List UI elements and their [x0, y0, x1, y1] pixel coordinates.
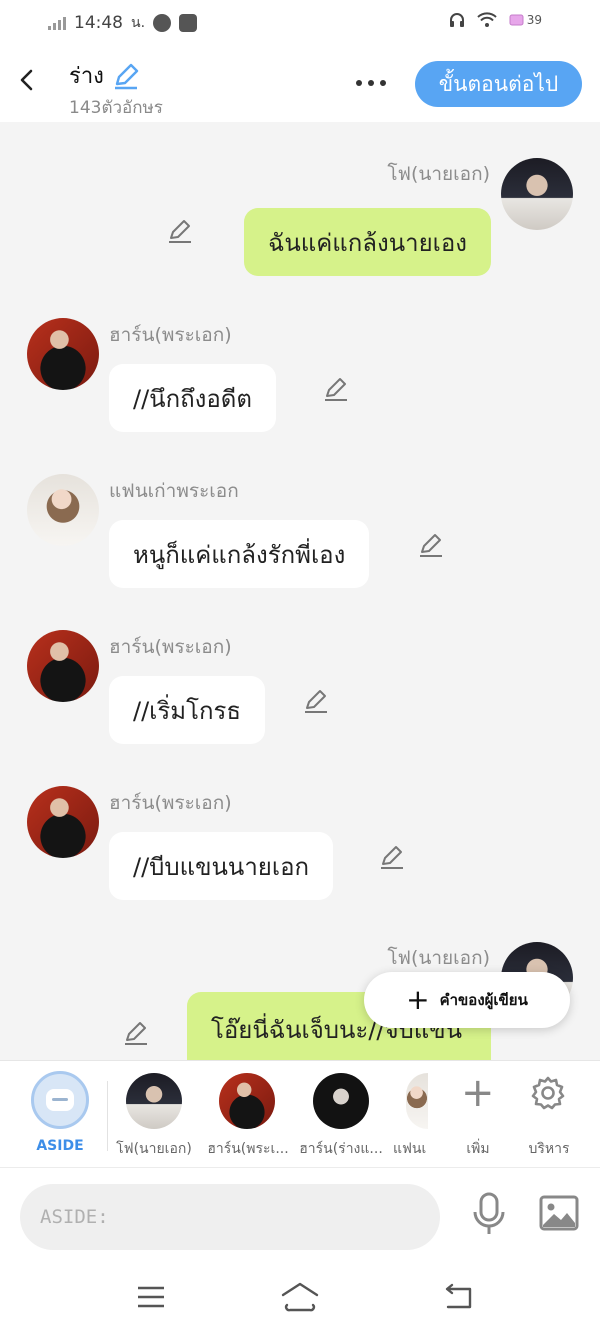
author-note-label: คำของผู้เขียน — [439, 991, 528, 1009]
edit-message-icon[interactable] — [323, 376, 349, 402]
edit-message-icon[interactable] — [123, 1020, 149, 1046]
page-title: ร่าง — [69, 58, 140, 93]
avatar-fan — [27, 474, 99, 546]
message-bubble[interactable]: ฉันแค่แกล้งนายเอง — [244, 208, 491, 276]
char-count: 143ตัวอักษร — [69, 98, 163, 118]
aside-icon — [46, 1089, 74, 1111]
chat-area[interactable]: โฟ(นายเอก) ฉันแค่แกล้งนายเอง ฮาร์น(พระเอ… — [0, 122, 600, 1060]
character-label: ฮาร์น(พระเ... — [207, 1141, 289, 1157]
system-nav-bar — [0, 1263, 600, 1333]
message-bubble[interactable]: //บีบแขนนายเอก — [109, 832, 334, 900]
speaker-name: แฟนเก่าพระเอก — [109, 480, 239, 502]
message-bubble[interactable]: //นึกถึงอดีต — [109, 364, 276, 432]
message-bubble[interactable]: //เริ่มโกรธ — [109, 676, 266, 744]
character-avatar-harn-2[interactable] — [313, 1073, 369, 1129]
edit-title-icon[interactable] — [112, 62, 140, 90]
speaker-name: โฟ(นายเอก) — [387, 947, 490, 969]
character-label: โฟ(นายเอก) — [116, 1141, 192, 1157]
status-left: 14:48 น. — [48, 12, 198, 34]
speaker-name: โฟ(นายเอก) — [387, 163, 490, 185]
edit-message-icon[interactable] — [418, 532, 444, 558]
status-bar: 14:48 น. 39 — [0, 0, 600, 46]
signal-icon — [48, 16, 66, 30]
character-label: แฟนเ — [393, 1141, 427, 1157]
aside-label: ASIDE — [36, 1138, 84, 1154]
wifi-icon — [477, 12, 497, 27]
avatar-harn — [27, 786, 99, 858]
status-time: 14:48 — [74, 13, 123, 33]
recent-apps-icon[interactable] — [136, 1285, 166, 1309]
youtube-icon — [179, 14, 198, 32]
back-icon[interactable] — [16, 68, 40, 92]
input-row — [0, 1167, 600, 1263]
character-bar-divider — [107, 1081, 108, 1151]
author-note-button[interactable]: + คำของผู้เขียน — [364, 972, 570, 1028]
speaker-name: ฮาร์น(พระเอก) — [109, 792, 232, 814]
message-bubble[interactable]: หนูก็แค่แกล้งรักพี่เอง — [109, 520, 370, 588]
title-text: ร่าง — [69, 64, 104, 89]
add-character-label: เพิ่ม — [466, 1141, 490, 1157]
nav-back-icon[interactable] — [442, 1283, 474, 1311]
character-bar: ASIDE โฟ(นายเอก) ฮาร์น(พระเ... ฮาร์น(ร่า… — [0, 1060, 600, 1167]
aside-input[interactable] — [20, 1184, 440, 1250]
edit-message-icon[interactable] — [303, 688, 329, 714]
battery-icon — [509, 14, 524, 26]
character-label: ฮาร์น(ร่างแ... — [299, 1141, 383, 1157]
avatar-fo — [501, 158, 573, 230]
status-right: 39 — [449, 12, 542, 28]
plus-icon: + — [406, 983, 430, 1016]
character-avatar-fan[interactable] — [406, 1073, 428, 1129]
battery-level: 39 — [526, 13, 542, 27]
microphone-icon[interactable] — [471, 1192, 507, 1236]
manage-label: บริหาร — [528, 1141, 570, 1157]
home-icon[interactable] — [280, 1281, 320, 1313]
add-character-icon[interactable]: + — [461, 1073, 495, 1113]
speaker-name: ฮาร์น(พระเอก) — [109, 324, 232, 346]
edit-message-icon[interactable] — [167, 218, 193, 244]
aside-button[interactable] — [31, 1071, 89, 1129]
character-avatar-fo[interactable] — [126, 1073, 182, 1129]
headphones-icon — [449, 13, 464, 27]
more-options-icon[interactable] — [356, 80, 386, 86]
character-avatar-harn[interactable] — [219, 1073, 275, 1129]
gear-icon[interactable] — [530, 1075, 566, 1111]
edit-message-icon[interactable] — [379, 844, 405, 870]
avatar-harn — [27, 630, 99, 702]
header: ร่าง 143ตัวอักษร ขั้นตอนต่อไป — [0, 46, 600, 122]
battery-indicator: 39 — [509, 13, 542, 27]
speaker-name: ฮาร์น(พระเอก) — [109, 636, 232, 658]
messenger-icon — [153, 14, 172, 32]
avatar-harn — [27, 318, 99, 390]
next-step-button[interactable]: ขั้นตอนต่อไป — [415, 61, 582, 107]
status-time-suffix: น. — [131, 15, 146, 31]
image-icon[interactable] — [539, 1195, 579, 1231]
